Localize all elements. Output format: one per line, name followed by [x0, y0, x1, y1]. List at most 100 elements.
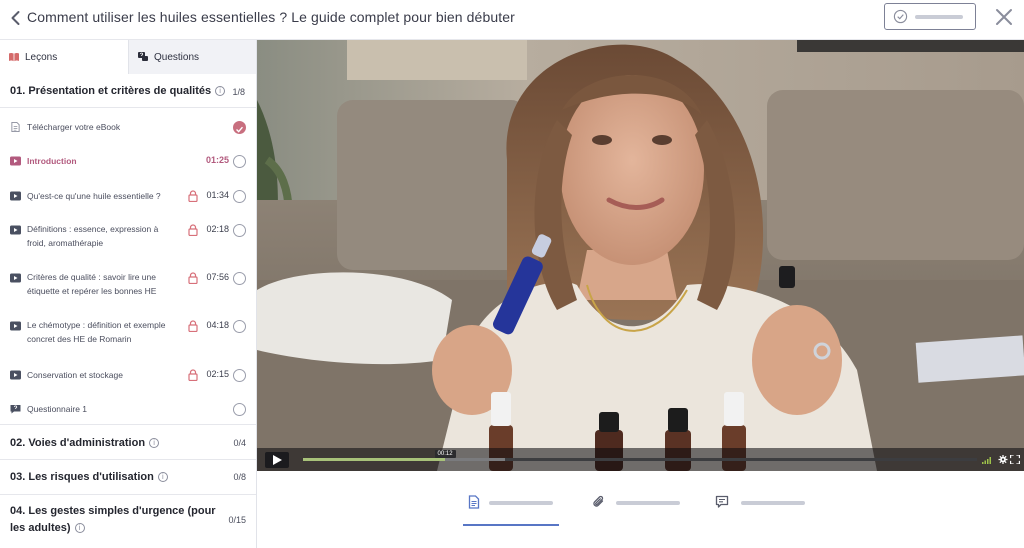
tab-questions[interactable]: Questions [128, 40, 256, 74]
lesson-status-checkbox[interactable] [233, 190, 246, 203]
lessons-sidebar: Leçons Questions 01. Présentation et cri… [0, 40, 257, 548]
fullscreen-icon[interactable] [1010, 455, 1020, 464]
lesson-title-line2: froid, aromathérapie [27, 238, 104, 248]
scrub-bar[interactable]: 00:12 [303, 450, 977, 461]
paperclip-icon [593, 495, 604, 507]
tab-description[interactable] [463, 493, 559, 527]
current-time-tooltip: 00:12 [434, 450, 456, 458]
video-player[interactable]: 00:12 [257, 40, 1024, 471]
lesson-item[interactable]: Questionnaire 1 [0, 400, 256, 420]
lesson-item[interactable]: Conservation et stockage 02:15 [0, 366, 256, 386]
chapter-02[interactable]: 02. Voies d'administration i 0/4 [0, 424, 256, 460]
chapter-04[interactable]: 04. Les gestes simples d'urgence (pour le… [0, 495, 256, 548]
chapter-count: 0/15 [228, 515, 246, 525]
progress-bar [915, 15, 963, 19]
video-icon [10, 191, 21, 201]
volume-icon[interactable] [982, 455, 992, 464]
lesson-status-checkbox[interactable] [233, 403, 246, 416]
settings-gear-icon[interactable] [998, 455, 1008, 464]
lesson-title-line1: Définitions : essence, expression à [27, 224, 159, 234]
lesson-status-checkbox[interactable] [233, 155, 246, 168]
info-icon[interactable]: i [215, 86, 226, 96]
chapter-03[interactable]: 03. Les risques d'utilisation i 0/8 [0, 460, 256, 495]
video-icon [10, 321, 21, 331]
lesson-title: Qu'est-ce qu'une huile essentielle ? [27, 191, 161, 201]
lesson-title-line2: concret des HE de Romarin [27, 334, 132, 344]
book-icon [9, 53, 19, 62]
chat-question-icon [138, 52, 148, 61]
lesson-duration: 04:18 [206, 320, 229, 330]
chapter-01[interactable]: 01. Présentation et critères de qualités… [0, 74, 256, 108]
player-controls: 00:12 [257, 448, 1024, 471]
lock-icon [188, 224, 198, 236]
video-icon [10, 225, 21, 235]
lesson-duration: 07:56 [206, 272, 229, 282]
lesson-item[interactable]: Critères de qualité : savoir lire une éti… [0, 269, 256, 301]
lesson-status-checkbox[interactable] [233, 320, 246, 333]
lesson-item[interactable]: Définitions : essence, expression à froid… [0, 221, 256, 253]
lesson-completed-checkbox[interactable] [233, 121, 246, 134]
video-icon [10, 370, 21, 380]
chapter-title: 01. Présentation et critères de qualités [10, 85, 212, 97]
close-icon[interactable] [993, 6, 1015, 28]
tab-lessons-label: Leçons [25, 51, 58, 63]
lesson-status-checkbox[interactable] [233, 272, 246, 285]
chapter-title: 02. Voies d'administration [10, 437, 146, 449]
tab-label-placeholder [489, 501, 553, 505]
tab-label-placeholder [741, 501, 805, 505]
info-icon[interactable]: i [149, 438, 160, 448]
course-progress-button[interactable] [884, 3, 976, 30]
lesson-title-line1: Le chémotype : définition et exemple [27, 320, 166, 330]
chapter-count: 0/8 [233, 472, 246, 482]
lock-icon [188, 190, 198, 202]
document-icon [11, 122, 20, 132]
divider [0, 107, 256, 108]
chevron-left-icon[interactable] [6, 8, 26, 28]
video-icon [10, 273, 21, 283]
tab-comments[interactable] [715, 493, 807, 527]
sidebar-tabs: Leçons Questions [0, 40, 256, 74]
lesson-title: Télécharger votre eBook [27, 122, 121, 132]
chapter-title-line2: les adultes) [10, 522, 71, 534]
play-icon [273, 455, 282, 465]
play-button[interactable] [265, 452, 289, 468]
lesson-item[interactable]: Le chémotype : définition et exemple conc… [0, 317, 256, 349]
lesson-item[interactable]: Qu'est-ce qu'une huile essentielle ? 01:… [0, 187, 256, 207]
lesson-status-checkbox[interactable] [233, 369, 246, 382]
chapter-title-line1: 04. Les gestes simples d'urgence (pour [10, 505, 216, 517]
check-icon [236, 126, 243, 133]
played-bar [303, 458, 445, 461]
lesson-title: Introduction [27, 156, 77, 166]
course-title: Comment utiliser les huiles essentielles… [27, 9, 515, 25]
video-frame [257, 40, 1024, 471]
lock-icon [188, 272, 198, 284]
lesson-duration: 01:34 [206, 190, 229, 200]
chapter-count: 1/8 [232, 87, 245, 97]
lesson-item-active[interactable]: Introduction 01:25 [0, 152, 256, 172]
document-icon [468, 495, 480, 509]
info-icon[interactable]: i [74, 523, 85, 533]
lesson-duration: 02:15 [206, 369, 229, 379]
tab-questions-label: Questions [154, 51, 200, 63]
lesson-title: Conservation et stockage [27, 370, 123, 380]
chapter-count: 0/4 [233, 438, 246, 448]
tab-attachments[interactable] [592, 493, 684, 527]
lock-icon [188, 320, 198, 332]
lesson-item[interactable]: Télécharger votre eBook [0, 118, 256, 138]
lesson-duration: 01:25 [205, 155, 229, 165]
lesson-duration: 02:18 [206, 224, 229, 234]
comment-icon [715, 495, 729, 508]
lesson-status-checkbox[interactable] [233, 224, 246, 237]
buffered-bar [444, 458, 506, 461]
video-icon [10, 156, 21, 166]
tab-lessons[interactable]: Leçons [0, 40, 128, 74]
quiz-icon [10, 405, 21, 414]
check-circle-icon [893, 9, 908, 24]
chapter-title: 03. Les risques d'utilisation [10, 471, 154, 483]
content-tabs [257, 471, 1024, 548]
lesson-title-line1: Critères de qualité : savoir lire une [27, 272, 156, 282]
info-icon[interactable]: i [157, 472, 168, 482]
lock-icon [188, 369, 198, 381]
active-tab-underline [463, 524, 559, 526]
top-bar: Comment utiliser les huiles essentielles… [0, 0, 1024, 40]
